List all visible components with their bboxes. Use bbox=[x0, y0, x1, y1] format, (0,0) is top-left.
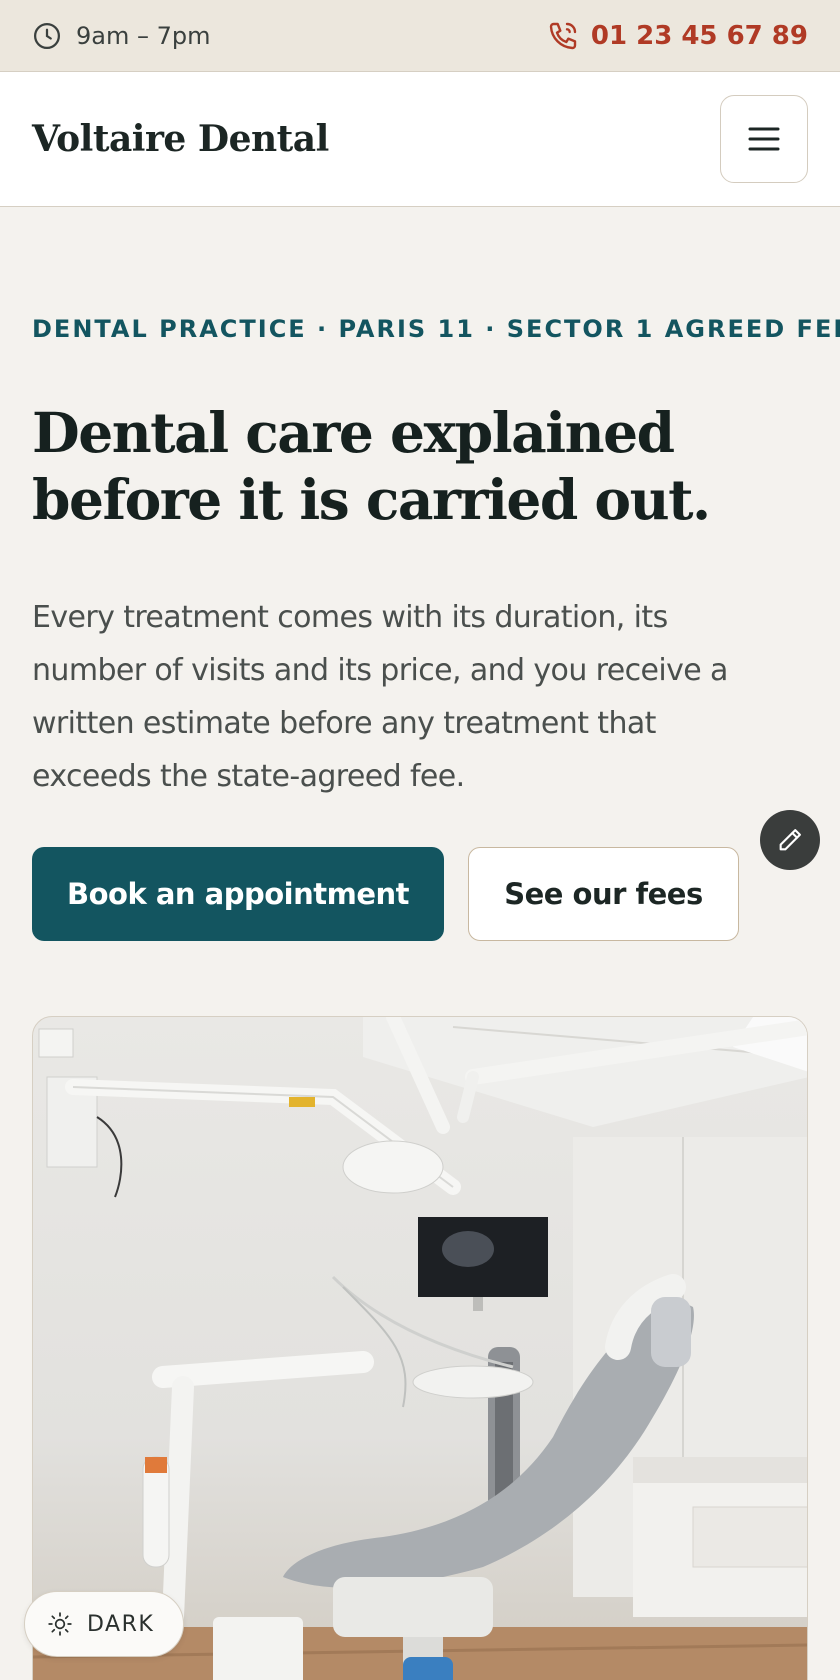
hamburger-menu-icon bbox=[748, 127, 780, 151]
theme-toggle-label: DARK bbox=[87, 1611, 155, 1637]
dental-chair-illustration bbox=[33, 1017, 807, 1680]
book-appointment-button[interactable]: Book an appointment bbox=[32, 847, 444, 941]
theme-toggle[interactable]: DARK bbox=[24, 1591, 184, 1657]
hero-description: Every treatment comes with its duration,… bbox=[32, 600, 728, 794]
hero-section: DENTAL PRACTICE · PARIS 11 · SECTOR 1 AG… bbox=[0, 315, 840, 941]
phone-number: 01 23 45 67 89 bbox=[590, 20, 808, 51]
hero-actions: Book an appointment See our fees bbox=[32, 847, 808, 941]
brand-logo[interactable]: Voltaire Dental bbox=[32, 118, 329, 160]
hero-eyebrow: DENTAL PRACTICE · PARIS 11 · SECTOR 1 AG… bbox=[32, 315, 840, 343]
see-fees-button[interactable]: See our fees bbox=[468, 847, 739, 941]
clock-icon bbox=[34, 22, 60, 49]
phone-icon bbox=[549, 22, 577, 49]
pencil-icon bbox=[779, 829, 801, 851]
menu-button[interactable] bbox=[720, 95, 808, 183]
edit-button[interactable] bbox=[760, 810, 820, 870]
opening-hours: 9am – 7pm bbox=[32, 21, 211, 51]
phone-link[interactable]: 01 23 45 67 89 bbox=[547, 20, 808, 52]
hero-headline: Dental care explained before it is carri… bbox=[32, 400, 711, 532]
top-info-bar: 9am – 7pm 01 23 45 67 89 bbox=[0, 0, 840, 72]
dental-clinic-photo bbox=[32, 1016, 808, 1680]
site-header: Voltaire Dental bbox=[0, 72, 840, 207]
hours-text: 9am – 7pm bbox=[76, 21, 211, 50]
sun-icon bbox=[48, 1612, 72, 1636]
